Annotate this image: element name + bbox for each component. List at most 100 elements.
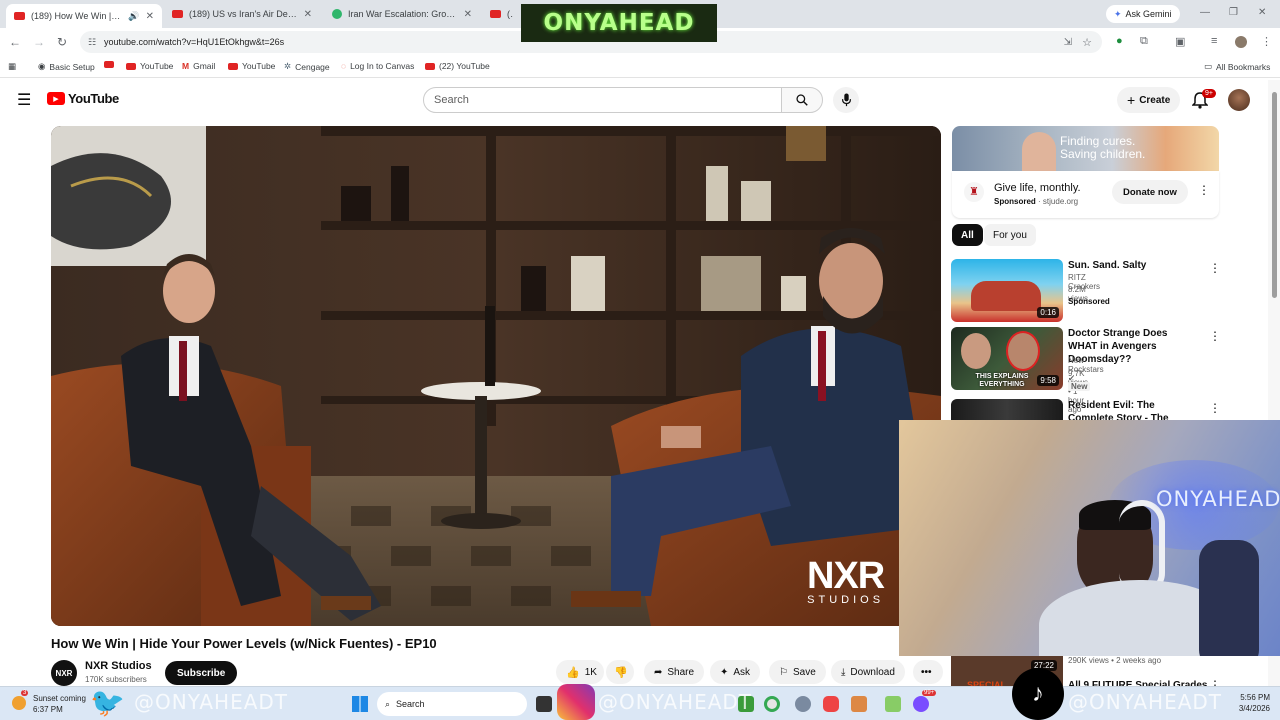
save-button[interactable]: ⚐ Save <box>769 660 826 684</box>
sunset-icon <box>12 696 26 710</box>
tiktok-handle: @ONYAHEADT <box>1068 690 1223 714</box>
ad-more-icon[interactable]: ⋮ <box>1198 183 1210 197</box>
recommendation-more-icon[interactable]: ⋮ <box>1209 329 1221 343</box>
bookmark-youtube[interactable]: YouTube <box>126 61 173 71</box>
download-button[interactable]: ⤓ Download <box>831 660 905 684</box>
share-button[interactable]: ➦ Share <box>644 660 705 684</box>
chip-all[interactable]: All <box>952 224 983 246</box>
chrome-icon[interactable] <box>764 696 780 712</box>
donate-now-button[interactable]: Donate now <box>1112 180 1188 204</box>
watermark-studios: STUDIOS <box>807 594 885 606</box>
bookmark-cengage[interactable]: ✲ Cengage <box>284 61 330 72</box>
ad-meta: Sponsored · stjude.org <box>994 197 1078 206</box>
plus-icon: + <box>1127 92 1136 108</box>
close-tab-icon[interactable]: ✕ <box>464 9 472 20</box>
voice-search-button[interactable] <box>833 87 859 113</box>
search-input[interactable]: Search <box>423 87 782 113</box>
recommendation-item-partial[interactable]: 27:22 SPECIAL 290K views • 2 weeks ago A… <box>951 656 1251 692</box>
ask-button[interactable]: ✦ Ask <box>710 660 761 684</box>
recommendation-more-icon[interactable]: ⋮ <box>1209 261 1221 275</box>
video-player[interactable]: NXR STUDIOS <box>51 126 941 626</box>
folder-icon: ▭ <box>1204 61 1213 71</box>
restore-icon[interactable]: ❐ <box>1229 7 1238 18</box>
extension-green-icon[interactable]: ● <box>1116 35 1123 47</box>
cengage-icon: ✲ <box>284 61 292 71</box>
media-control-icon[interactable]: ≡ <box>1211 35 1217 47</box>
tab-iran-war[interactable]: Iran War Escalation: Ground Inv ✕ <box>324 4 480 24</box>
create-button[interactable]: + Create <box>1117 87 1181 113</box>
bookmark-canvas[interactable]: ◌ Log In to Canvas <box>341 61 414 71</box>
app-icon-t[interactable] <box>851 696 867 712</box>
youtube-logo[interactable]: ▶ YouTube <box>47 91 119 106</box>
all-bookmarks-label: All Bookmarks <box>1216 61 1271 72</box>
channel-avatar[interactable]: NXR <box>51 660 77 686</box>
task-view-icon[interactable] <box>536 696 552 712</box>
scrollbar-thumb[interactable] <box>1272 92 1277 298</box>
settings-gear-icon[interactable] <box>795 696 811 712</box>
app-icon-files[interactable] <box>885 696 901 712</box>
tab-title: (189) US vs Iran's Air Defenses: <box>189 9 298 19</box>
bookmark-star-icon[interactable]: ☆ <box>1082 36 1092 49</box>
chat-badge: 99+ <box>922 690 937 696</box>
minimize-icon[interactable]: — <box>1200 7 1210 18</box>
thumbs-up-icon: 👍 <box>566 666 580 679</box>
tab-search-icon[interactable]: ▣ <box>1175 35 1185 48</box>
taskbar-search-label: Search <box>396 699 425 709</box>
video-title: How We Win | Hide Your Power Levels (w/N… <box>51 636 437 651</box>
bookmark-label: YouTube <box>242 61 276 71</box>
close-tab-icon[interactable]: ✕ <box>146 11 154 22</box>
site-info-icon[interactable]: ☷ <box>88 37 96 48</box>
video-thumbnail[interactable]: 0:16 <box>951 259 1063 322</box>
reload-icon[interactable]: ↻ <box>57 35 67 49</box>
dislike-button[interactable]: 👎 <box>606 660 634 684</box>
forward-icon[interactable]: → <box>33 35 45 49</box>
ask-gemini-button[interactable]: ✦ Ask Gemini <box>1106 5 1180 23</box>
bookmark-youtube-2[interactable]: YouTube <box>228 61 275 71</box>
speaker-icon[interactable]: 🔊 <box>128 11 139 22</box>
tab-how-we-win[interactable]: (189) How We Win | Hide Yo 🔊 ✕ <box>6 4 162 28</box>
tab-mi[interactable]: (189) MI... <box>482 4 522 24</box>
all-bookmarks[interactable]: ▭ All Bookmarks <box>1204 61 1270 72</box>
close-tab-icon[interactable]: ✕ <box>304 9 312 20</box>
chat-app-icon[interactable] <box>913 696 929 712</box>
bookmark-22-youtube[interactable]: (22) YouTube <box>425 61 490 71</box>
video-thumbnail[interactable]: THIS EXPLAINS EVERYTHING 9:58 <box>951 327 1063 390</box>
apps-grid-icon[interactable]: ▦ <box>8 61 16 72</box>
instagram-handle: @ONYAHEADT <box>598 690 753 714</box>
extensions-puzzle-icon[interactable]: ⧉ <box>1140 35 1148 48</box>
more-dots-icon: ••• <box>921 666 932 678</box>
bookmark-gmail[interactable]: M Gmail <box>182 61 215 71</box>
tab-us-vs-iran[interactable]: (189) US vs Iran's Air Defenses: ✕ <box>164 4 320 24</box>
install-icon[interactable]: ⇲ <box>1064 37 1072 48</box>
globe-icon: ◉ <box>38 61 46 71</box>
youtube-header: ☰ ▶ YouTube Search + Create 9+ <box>0 80 1268 120</box>
ad-card[interactable]: ♜ Give life, monthly. Sponsored · stjude… <box>952 171 1219 218</box>
recommendation-more-icon[interactable]: ⋮ <box>1209 401 1221 415</box>
back-icon[interactable]: ← <box>9 35 21 49</box>
thumbnail-face-art <box>961 333 991 369</box>
search-button[interactable] <box>781 87 823 113</box>
hamburger-menu-icon[interactable]: ☰ <box>17 90 31 110</box>
music-app-icon[interactable] <box>823 696 839 712</box>
like-button[interactable]: 👍 1K <box>556 660 604 684</box>
bookmark-label: Log In to Canvas <box>350 61 415 71</box>
menu-dots-icon[interactable]: ⋮ <box>1261 35 1272 48</box>
windows-start-icon[interactable] <box>352 696 368 712</box>
subscribe-button[interactable]: Subscribe <box>165 661 238 685</box>
weather-title: Sunset coming <box>33 694 86 703</box>
profile-avatar-icon[interactable] <box>1235 36 1247 48</box>
more-actions-button[interactable]: ••• <box>913 660 943 684</box>
account-avatar[interactable] <box>1228 89 1250 111</box>
bookmark-basic-setup[interactable]: ◉ Basic Setup <box>38 61 95 72</box>
clock-date: 3/4/2026 <box>1238 704 1270 713</box>
youtube-favicon-icon <box>14 12 25 20</box>
close-window-icon[interactable]: ✕ <box>1258 7 1266 18</box>
youtube-icon <box>425 62 435 70</box>
channel-name[interactable]: NXR Studios <box>85 660 152 672</box>
search-icon <box>796 94 808 106</box>
taskbar-search[interactable]: ⌕ Search <box>377 692 527 716</box>
ask-gemini-label: Ask Gemini <box>1125 9 1172 19</box>
clock[interactable]: 5:56 PM 3/4/2026 <box>1226 693 1270 713</box>
chip-for-you[interactable]: For you <box>984 224 1036 246</box>
bookmark-youtube-icon-only[interactable] <box>104 61 114 68</box>
